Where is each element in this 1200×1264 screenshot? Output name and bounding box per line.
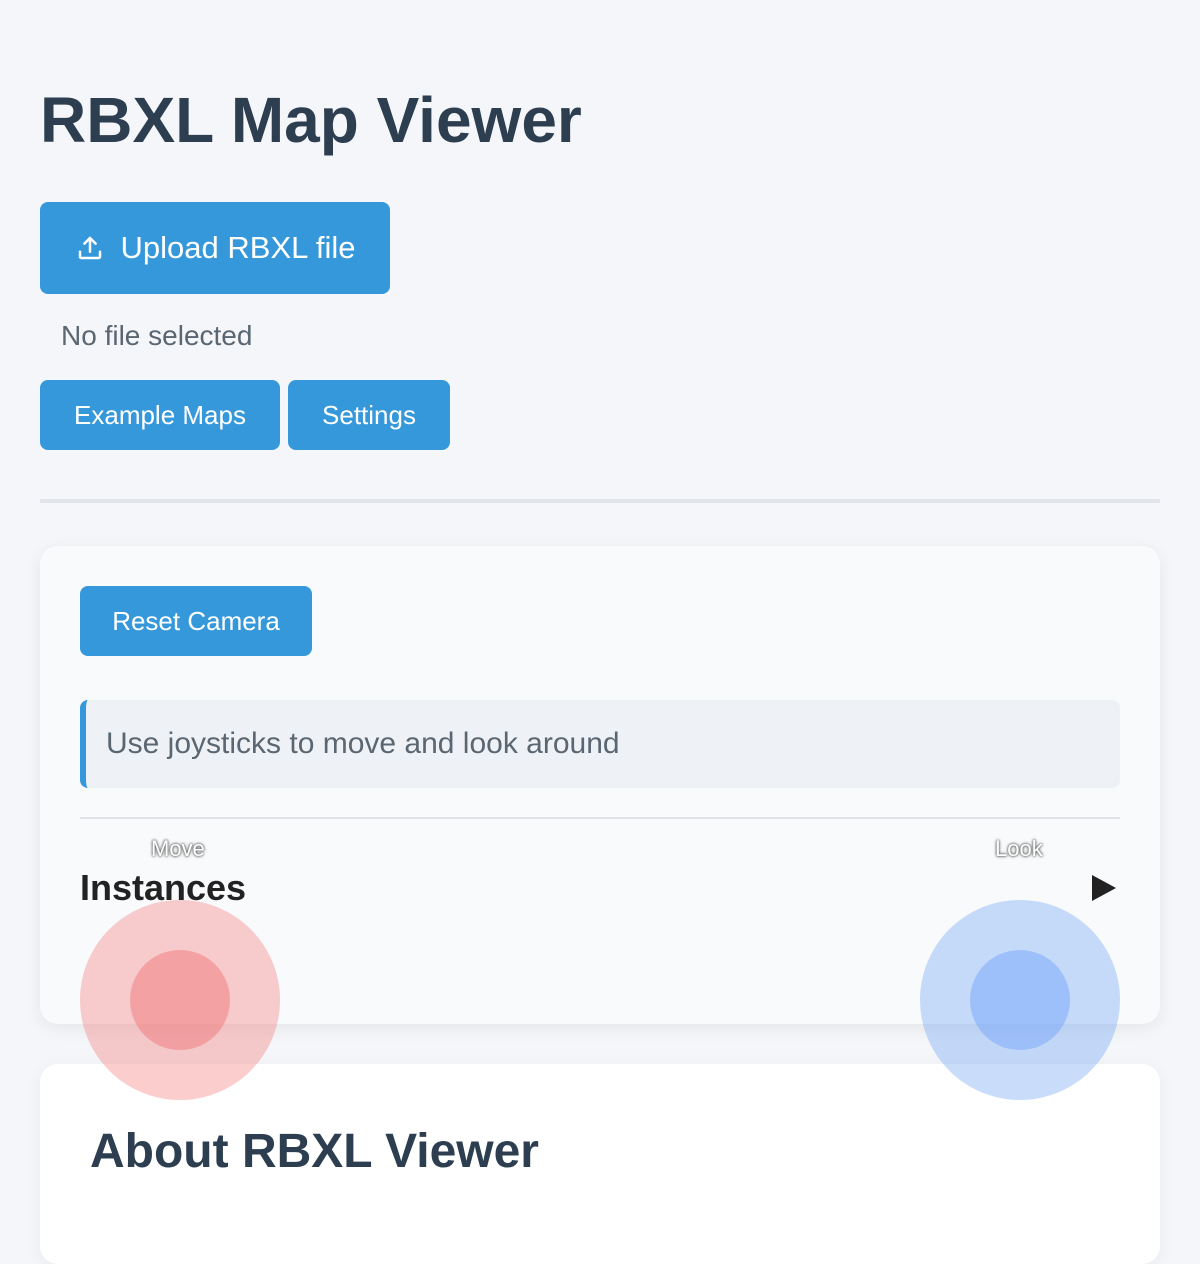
look-joystick[interactable]: [920, 900, 1120, 1100]
panel-divider: [80, 817, 1120, 819]
look-joystick-label: Look: [995, 836, 1043, 861]
page-title: RBXL Map Viewer: [40, 84, 582, 156]
section-divider: [40, 499, 1160, 503]
upload-rbxl-button[interactable]: Upload RBXL file: [40, 202, 390, 294]
upload-icon: [75, 233, 105, 263]
controls-hint-text: Use joysticks to move and look around: [106, 727, 620, 760]
controls-hint: Use joysticks to move and look around: [80, 700, 1120, 788]
example-maps-button[interactable]: Example Maps: [40, 380, 280, 450]
move-joystick-label: Move: [151, 836, 205, 861]
look-joystick-knob[interactable]: [970, 950, 1070, 1050]
about-heading: About RBXL Viewer: [90, 1125, 539, 1178]
expand-arrow-icon[interactable]: [1092, 875, 1116, 901]
upload-button-label: Upload RBXL file: [120, 230, 356, 265]
file-status-text: No file selected: [61, 320, 253, 351]
move-joystick-knob[interactable]: [130, 950, 230, 1050]
move-joystick[interactable]: [80, 900, 280, 1100]
reset-camera-button[interactable]: Reset Camera: [80, 586, 312, 656]
settings-button[interactable]: Settings: [288, 380, 450, 450]
